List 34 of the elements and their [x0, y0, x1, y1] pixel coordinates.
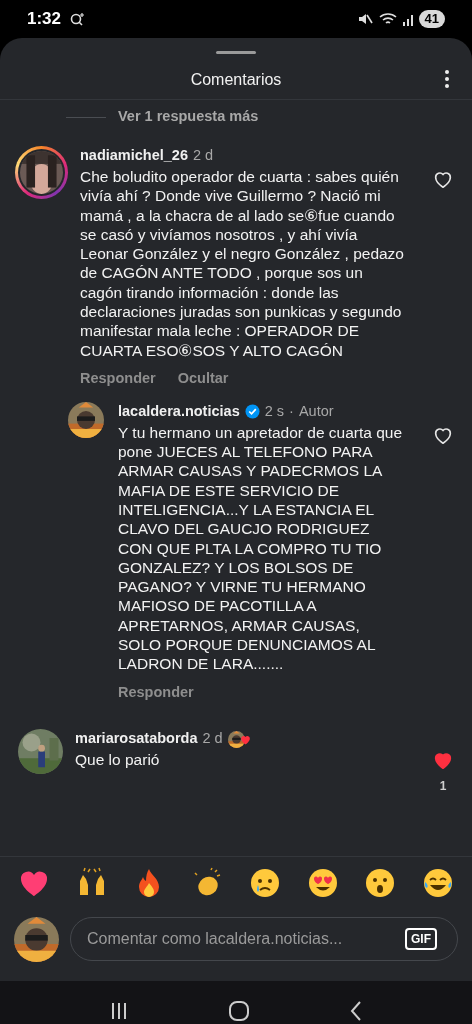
- laughing-face-icon[interactable]: [421, 867, 454, 899]
- heart-eyes-face-icon[interactable]: [306, 867, 339, 899]
- like-count: 1: [439, 778, 447, 796]
- timestamp: 2 d: [193, 146, 214, 166]
- drag-handle[interactable]: [216, 51, 256, 54]
- timestamp: 2 d: [202, 729, 223, 749]
- sheet-title: Comentarios: [190, 70, 282, 90]
- action-link[interactable]: Responder: [80, 367, 156, 390]
- username[interactable]: lacaldera.noticias: [118, 400, 240, 423]
- comment-text: Che boludito operador de cuarta : sabes quién vivía ahí ? Donde vive Guillermo ? Nació mi mamá , a la chacra de al lado se⑥fue cuando se casó y vivíamos nosotros , y ahí vivía Leonar González y el negro González , pedazo de CAGÓN ANTE TODO , porque sos un cagón tirando información : donde las declaraciones juradas son punkicas y segundo manifestar mala leche : OPERADOR DE CUARTA ESO⑥SOS Y ALTO CAGÓN: [80, 167, 405, 360]
- author-label: Autor: [298, 401, 334, 421]
- action-link[interactable]: Responder: [118, 681, 194, 704]
- timestamp: 2 s: [264, 401, 285, 421]
- username[interactable]: mariarosataborda: [75, 728, 198, 751]
- view-replies-link[interactable]: Ver 1 respuesta más: [118, 106, 259, 128]
- action-link[interactable]: Ocultar: [177, 367, 229, 390]
- thread-line: [66, 116, 106, 118]
- surprised-face-icon[interactable]: [364, 867, 397, 899]
- username[interactable]: nadiamichel_26: [80, 145, 188, 167]
- separator-dot: ·: [289, 401, 294, 421]
- more-options-icon[interactable]: [444, 69, 450, 89]
- back-icon[interactable]: [348, 999, 363, 1022]
- signal-icon: [402, 12, 415, 26]
- mute-icon: [356, 11, 373, 27]
- gif-button[interactable]: GIF: [405, 928, 437, 950]
- story-ring[interactable]: [15, 146, 68, 199]
- clock: 1:32: [27, 8, 62, 31]
- search-icon: [69, 11, 86, 27]
- home-icon[interactable]: [228, 999, 250, 1022]
- battery-indicator: 41: [418, 10, 445, 28]
- comment-text: Y tu hermano un apretador de cuarta que pone JUECES AL TELEFONO PARA ARMAR CAUSAS Y PADECRMOS LA MAFIA DE ESTE SERVICIO DE INTELIGENCIA...Y LA ESTANCIA EL CLAVO DEL GAUCJO RODRIGUEZ CON QUE PLTA LA COMPRO TU TIO GONZALEZ? Y LOS BOLSOS DE PAGANO? Y VIRNE TU HERMANO MAFIOSO DE PACOTILLA A APRETARNOS, ARMAR CAUSAS, SOLO PORQUE DENUNCIAMOS AL LADRON DE LARA.......: [118, 422, 404, 674]
- comment-text: Que lo parió: [75, 750, 161, 770]
- wifi-icon: [378, 11, 397, 27]
- crying-face-icon[interactable]: [248, 867, 281, 899]
